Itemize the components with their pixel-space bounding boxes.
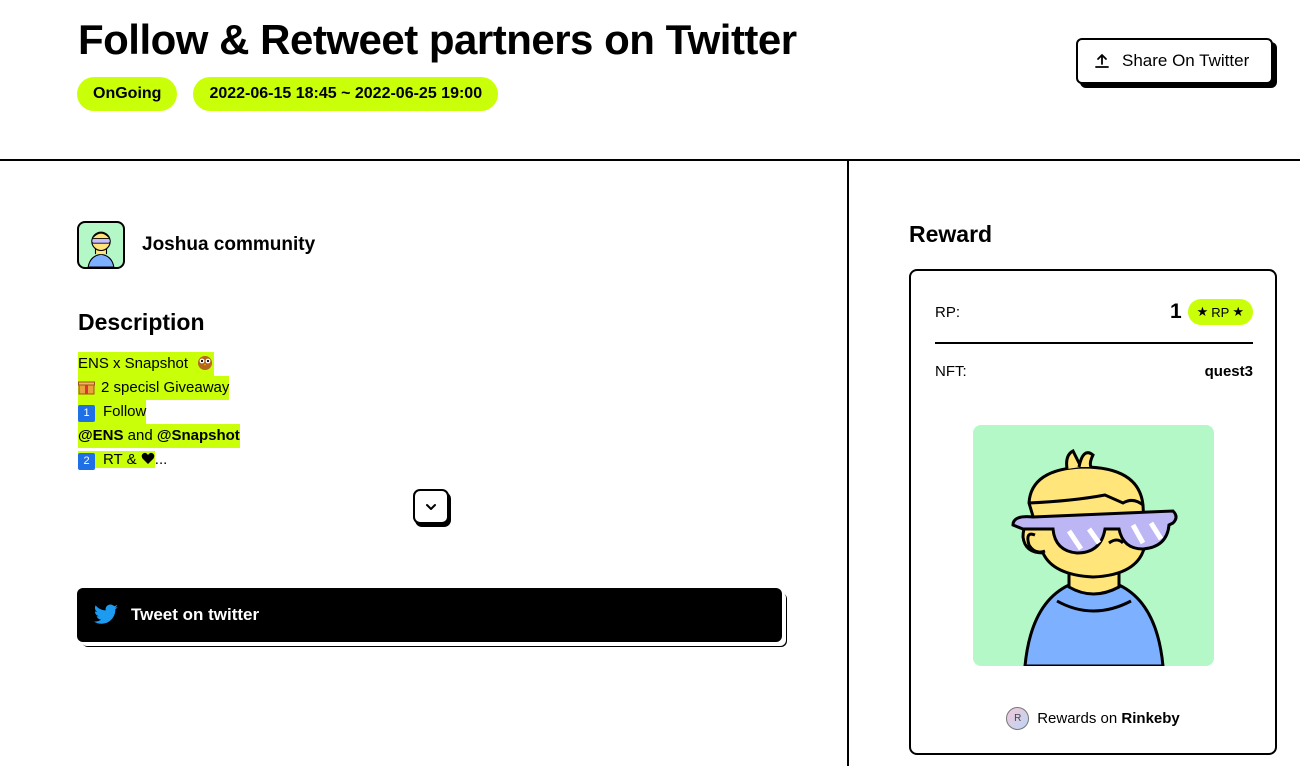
header-divider: [0, 159, 1300, 161]
ens-mention[interactable]: @ENS: [78, 427, 123, 444]
upload-icon: [1095, 54, 1109, 68]
star-icon: ★: [1232, 304, 1244, 319]
nft-image[interactable]: [973, 425, 1214, 666]
description-line: 1 Follow: [78, 400, 147, 424]
page-title: Follow & Retweet partners on Twitter: [78, 16, 797, 63]
rewards-chain: R Rewards on Rinkeby: [911, 707, 1275, 730]
share-button-label: Share On Twitter: [1122, 51, 1250, 70]
twitter-bird-icon: [93, 604, 118, 624]
description-line: 2 specisl Giveaway: [78, 376, 230, 400]
gift-emoji-icon: [78, 381, 95, 395]
description-heading: Description: [78, 309, 205, 335]
share-on-twitter-button[interactable]: Share On Twitter: [1076, 38, 1273, 84]
avatar-image: [87, 231, 115, 267]
rinkeby-icon: R: [1006, 707, 1030, 730]
owl-emoji-icon: [198, 356, 213, 370]
description-line: @ENS and @Snapshot: [78, 424, 240, 448]
reward-card: RP: 1 ★ RP ★ NFT: quest3 R Rewards on Ri…: [909, 269, 1277, 755]
description-line: ENS x Snapshot: [78, 352, 215, 376]
star-icon: ★: [1196, 304, 1209, 319]
keycap-two-icon: 2: [78, 453, 95, 470]
description-line: 2 RT & ...: [78, 448, 167, 472]
snapshot-mention[interactable]: @Snapshot: [157, 427, 240, 444]
status-badge: OnGoing: [77, 77, 178, 111]
reward-heading: Reward: [909, 221, 993, 247]
nft-character-illustration: [1011, 448, 1178, 666]
rp-label: RP:: [935, 303, 961, 321]
chain-name: Rinkeby: [1121, 710, 1180, 727]
column-divider: [847, 160, 849, 766]
nft-row: NFT: quest3: [935, 363, 1253, 380]
date-range-badge: 2022-06-15 18:45 ~ 2022-06-25 19:00: [193, 77, 499, 111]
tweet-on-twitter-button[interactable]: Tweet on twitter: [77, 588, 782, 642]
organizer-name: Joshua community: [142, 234, 316, 255]
heart-icon: [141, 452, 155, 464]
avatar: [77, 221, 125, 269]
keycap-one-icon: 1: [78, 405, 95, 422]
description-text: ENS x Snapshot 2 specisl Giveaway 1 Follo…: [78, 352, 240, 472]
organizer[interactable]: Joshua community: [77, 221, 315, 269]
tweet-button-label: Tweet on twitter: [131, 605, 260, 624]
expand-description-button[interactable]: [413, 489, 449, 524]
rp-row: RP: 1 ★ RP ★: [935, 297, 1253, 327]
chevron-down-icon: [426, 503, 436, 510]
rp-value: 1: [1169, 300, 1182, 323]
rp-badge: ★ RP ★: [1187, 299, 1253, 325]
badge-row: OnGoing 2022-06-15 18:45 ~ 2022-06-25 19…: [77, 77, 499, 111]
nft-label: NFT:: [935, 363, 967, 380]
nft-value: quest3: [1204, 363, 1253, 380]
card-divider: [935, 342, 1253, 344]
